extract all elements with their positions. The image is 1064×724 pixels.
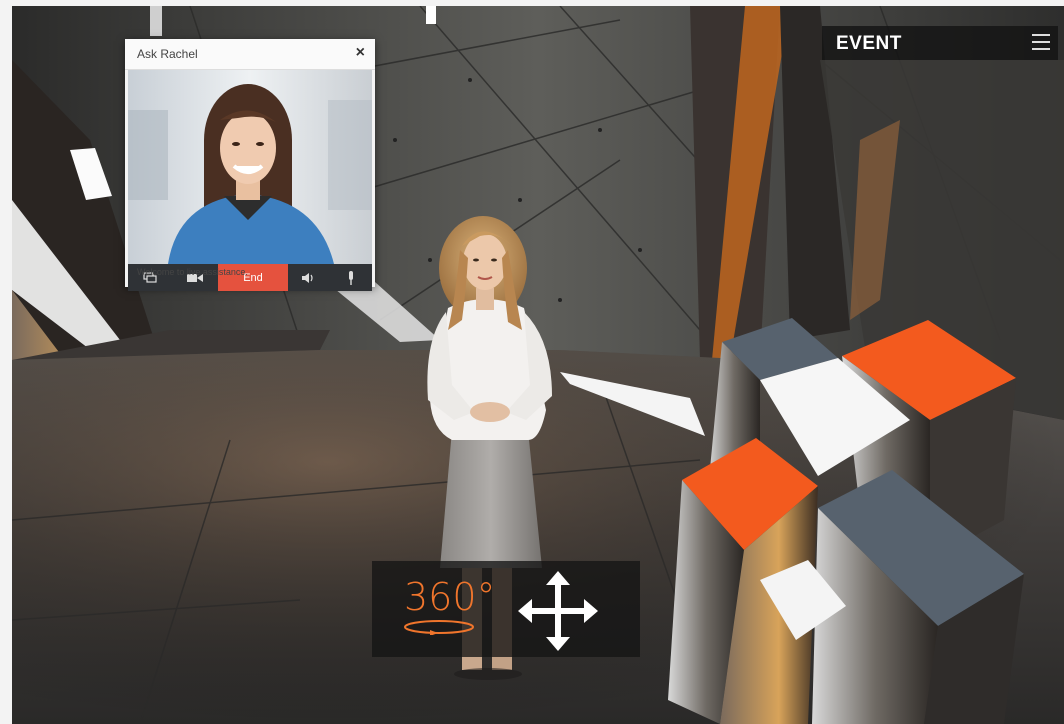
frame-top-edge	[0, 0, 1064, 6]
video-feed	[128, 70, 372, 264]
video-feed-image	[128, 70, 372, 264]
panel-title: Ask Rachel	[137, 47, 198, 61]
event-header: EVENT	[822, 26, 1058, 60]
volume-icon	[302, 272, 313, 283]
ask-rachel-panel: Ask Rachel × End Welcome to live assista…	[125, 39, 375, 291]
hamburger-menu-icon[interactable]	[1032, 34, 1050, 52]
panel-header: Ask Rachel ×	[125, 39, 375, 70]
rotate-360-icon[interactable]	[402, 619, 476, 635]
microphone-icon	[349, 270, 353, 285]
event-title: EVENT	[836, 33, 902, 54]
close-icon[interactable]: ×	[356, 44, 365, 62]
rotate-360-label[interactable]: 360°	[404, 575, 496, 619]
volume-button[interactable]	[288, 264, 331, 291]
virtual-event-scene[interactable]: EVENT Ask Rachel × End Welcome to live a…	[0, 0, 1064, 724]
move-arrows-icon[interactable]	[518, 571, 598, 651]
frame-left-edge	[0, 0, 12, 724]
microphone-button[interactable]	[330, 264, 372, 291]
assistance-status-text: Welcome to live assistance.	[137, 267, 248, 277]
view-navigation-overlay: 360°	[372, 561, 640, 657]
